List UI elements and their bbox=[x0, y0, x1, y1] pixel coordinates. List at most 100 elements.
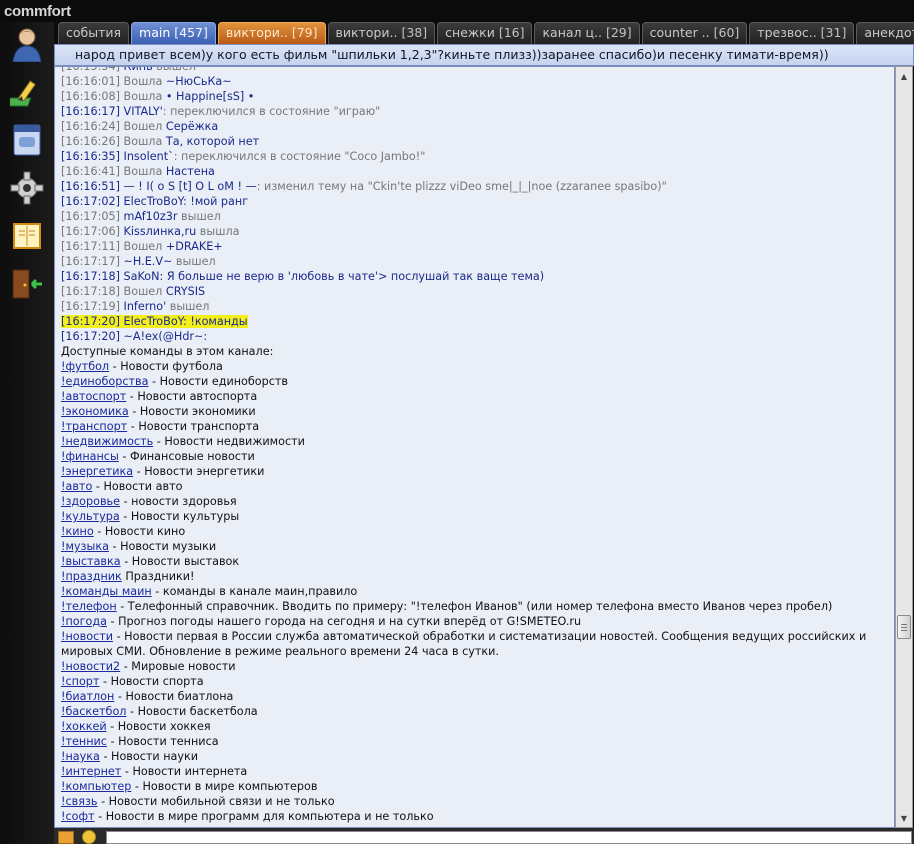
command-link[interactable]: !погода bbox=[61, 615, 107, 628]
command-link[interactable]: !хоккей bbox=[61, 720, 107, 733]
command-description: - Новости недвижимости bbox=[153, 435, 305, 448]
nickname[interactable]: mAf10z3r bbox=[124, 210, 178, 223]
nickname[interactable]: ElecTroBoY bbox=[124, 315, 183, 328]
tab-channel[interactable]: main [457] bbox=[131, 22, 216, 44]
nickname[interactable]: ~H.E.V~ bbox=[124, 255, 173, 268]
nickname[interactable]: Kissлинка,ru bbox=[124, 225, 197, 238]
document-icon[interactable] bbox=[9, 218, 45, 254]
command-link[interactable]: !баскетбол bbox=[61, 705, 126, 718]
chat-line: [16:16:17] VITALY': переключился в состо… bbox=[61, 104, 888, 119]
message-input[interactable] bbox=[106, 831, 912, 844]
nickname[interactable]: ~НюСьКа~ bbox=[166, 75, 232, 88]
window-icon[interactable] bbox=[9, 122, 45, 158]
message-text: вышел bbox=[172, 255, 216, 268]
tab-channel[interactable]: трезвос.. [31] bbox=[749, 22, 855, 44]
nickname[interactable]: Серёжка bbox=[166, 120, 218, 133]
timestamp: [16:17:05] bbox=[61, 210, 120, 223]
command-link[interactable]: !новости2 bbox=[61, 660, 120, 673]
nickname[interactable]: • Happine[sS] • bbox=[166, 90, 255, 103]
chat-scrollbar[interactable]: ▲ ▼ bbox=[895, 66, 913, 828]
command-description: - команды в канале маин,правило bbox=[151, 585, 358, 598]
command-link[interactable]: !телефон bbox=[61, 600, 117, 613]
command-link[interactable]: !теннис bbox=[61, 735, 107, 748]
chat-line: [16:16:08] Вошла • Happine[sS] • bbox=[61, 89, 888, 104]
tab-channel[interactable]: counter .. [60] bbox=[641, 22, 748, 44]
nickname[interactable]: +DRAKE+ bbox=[166, 240, 223, 253]
chat-line: [16:17:20] ElecTroBoY: !команды bbox=[61, 314, 888, 329]
tab-channel[interactable]: виктори.. [79] bbox=[217, 22, 326, 44]
command-link[interactable]: !автоспорт bbox=[61, 390, 126, 403]
command-link[interactable]: !культура bbox=[61, 510, 120, 523]
gear-icon[interactable] bbox=[9, 170, 45, 206]
nickname[interactable]: CRYSIS bbox=[166, 285, 205, 298]
command-link[interactable]: !интернет bbox=[61, 765, 121, 778]
command-description: - Новости единоборств bbox=[148, 375, 288, 388]
user-avatar-icon[interactable] bbox=[9, 26, 45, 62]
command-line: !авто - Новости авто bbox=[61, 479, 888, 494]
command-line: !баскетбол - Новости баскетбола bbox=[61, 704, 888, 719]
smiley-icon[interactable] bbox=[82, 830, 96, 844]
chat-line: [16:17:17] ~H.E.V~ вышел bbox=[61, 254, 888, 269]
message-text: : переключился в состояние "играю" bbox=[162, 105, 381, 118]
tab-channel[interactable]: события bbox=[58, 22, 130, 44]
command-description: - Новости культуры bbox=[119, 510, 240, 523]
nickname[interactable]: ~A!ex(@Hdr~ bbox=[124, 330, 204, 343]
command-link[interactable]: !компьютер bbox=[61, 780, 131, 793]
join-prefix: Вошел bbox=[123, 120, 166, 133]
tab-channel[interactable]: виктори.. [38] bbox=[327, 22, 436, 44]
command-link[interactable]: !софт bbox=[61, 810, 95, 823]
tab-channel[interactable]: канал ц.. [29] bbox=[534, 22, 640, 44]
chat-line: [16:17:20] ~A!ex(@Hdr~: bbox=[61, 329, 888, 344]
scroll-up-button[interactable]: ▲ bbox=[897, 68, 911, 84]
command-link[interactable]: !кино bbox=[61, 525, 94, 538]
timestamp: [16:16:17] bbox=[61, 105, 120, 118]
scroll-thumb[interactable] bbox=[897, 615, 911, 639]
command-line: !недвижимость - Новости недвижимости bbox=[61, 434, 888, 449]
nickname[interactable]: Настена bbox=[166, 165, 215, 178]
command-link[interactable]: !недвижимость bbox=[61, 435, 153, 448]
nickname[interactable]: Та, которой нет bbox=[166, 135, 259, 148]
nickname[interactable]: Кинь bbox=[124, 67, 153, 73]
tab-channel[interactable]: снежки [16] bbox=[437, 22, 533, 44]
command-link[interactable]: !энергетика bbox=[61, 465, 133, 478]
tab-channel[interactable]: анекдоты [43] bbox=[856, 22, 914, 44]
command-link[interactable]: !выставка bbox=[61, 555, 121, 568]
command-link[interactable]: !новости bbox=[61, 630, 113, 643]
command-link[interactable]: !музыка bbox=[61, 540, 109, 553]
command-link[interactable]: !экономика bbox=[61, 405, 129, 418]
chat-line: [16:17:02] ElecTroBoY: !мой ранг bbox=[61, 194, 888, 209]
nickname[interactable]: SaKoN bbox=[124, 270, 160, 283]
command-link[interactable]: !команды маин bbox=[61, 585, 152, 598]
command-link[interactable]: !авто bbox=[61, 480, 92, 493]
exit-door-icon[interactable] bbox=[9, 266, 45, 302]
nickname[interactable]: Inferno' bbox=[124, 300, 167, 313]
command-link[interactable]: !спорт bbox=[61, 675, 99, 688]
message-text: вышел bbox=[166, 300, 210, 313]
command-link[interactable]: !единоборства bbox=[61, 375, 149, 388]
commfort-logo: commfort bbox=[4, 3, 71, 21]
command-link[interactable]: !связь bbox=[61, 795, 98, 808]
command-line: !кино - Новости кино bbox=[61, 524, 888, 539]
command-link[interactable]: !транспорт bbox=[61, 420, 127, 433]
nickname[interactable]: — ! I( o S [t] O L oM ! — bbox=[124, 180, 257, 193]
left-toolbar bbox=[0, 22, 54, 844]
command-link[interactable]: !финансы bbox=[61, 450, 119, 463]
nickname[interactable]: Insolent` bbox=[124, 150, 174, 163]
pencil-icon[interactable] bbox=[9, 76, 45, 112]
command-link[interactable]: !биатлон bbox=[61, 690, 114, 703]
channel-tab-bar: события main [457] виктори.. [79] виктори..… bbox=[58, 22, 914, 44]
command-line: !энергетика - Новости энергетики bbox=[61, 464, 888, 479]
format-button[interactable] bbox=[58, 831, 74, 844]
chat-line: [16:16:41] Вошла Настена bbox=[61, 164, 888, 179]
chat-line: [16:17:18] Вошел CRYSIS bbox=[61, 284, 888, 299]
chat-line: [16:16:35] Insolent`: переключился в сос… bbox=[61, 149, 888, 164]
command-link[interactable]: !футбол bbox=[61, 360, 109, 373]
nickname[interactable]: ElecTroBoY bbox=[124, 195, 183, 208]
command-line: !команды маин - команды в канале маин,пр… bbox=[61, 584, 888, 599]
command-link[interactable]: !здоровье bbox=[61, 495, 120, 508]
join-prefix: Вошел bbox=[123, 285, 166, 298]
command-link[interactable]: !праздник bbox=[61, 570, 122, 583]
scroll-down-button[interactable]: ▼ bbox=[897, 810, 911, 826]
command-link[interactable]: !наука bbox=[61, 750, 100, 763]
nickname[interactable]: VITALY' bbox=[124, 105, 163, 118]
